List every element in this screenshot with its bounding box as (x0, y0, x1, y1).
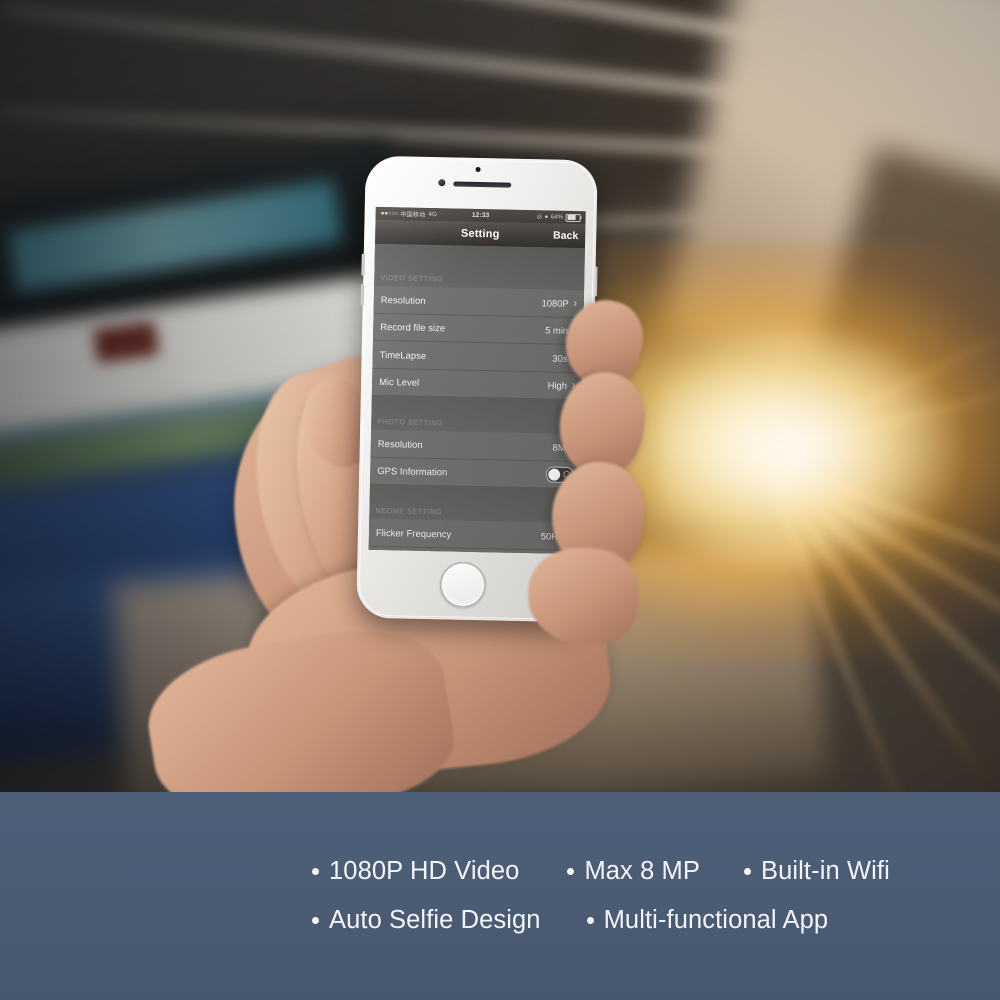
feature-item: Max 8 MP (567, 857, 700, 886)
network-type-label: 4G (428, 210, 437, 219)
bullet-icon (567, 868, 575, 875)
settings-row-value: High (547, 379, 568, 392)
section-header: NEOME SETTING (369, 484, 580, 524)
toggle-knob (547, 468, 561, 481)
feature-row: 1080P HD Video Max 8 MP Built-in Wifi (312, 857, 972, 886)
alarm-icon: ● (544, 213, 549, 220)
settings-row[interactable]: Mic Level High › (371, 368, 583, 401)
battery-icon (565, 213, 581, 222)
feature-item: Auto Selfie Design (312, 906, 541, 935)
proximity-sensor-icon (475, 166, 481, 173)
feature-label: Max 8 MP (584, 857, 701, 885)
chevron-right-icon: › (573, 296, 577, 310)
home-button[interactable] (439, 561, 487, 609)
battery-percent-label: 64% (550, 214, 564, 221)
feature-row: Auto Selfie Design Multi-functional App (312, 906, 972, 935)
settings-row-label: Resolution (380, 293, 426, 306)
feature-label: Built-in Wifi (761, 857, 890, 885)
bullet-icon (744, 868, 752, 875)
feature-item: Built-in Wifi (744, 857, 890, 886)
bullet-icon (312, 917, 319, 924)
product-marketing-image: ●●○○○ 中国移动 4G 12:33 ◎ ● 64% Setting Back… (0, 0, 1000, 1000)
bullet-icon (312, 868, 319, 875)
bullet-icon (586, 917, 594, 924)
status-bar-right-group: ◎ ● 64% (537, 213, 581, 222)
settings-row[interactable]: Resolution 1080P › (373, 285, 585, 318)
settings-row-label: Record file size (380, 321, 446, 334)
settings-row[interactable]: Flicker Frequency50HZ› (368, 518, 580, 551)
settings-row-value: 30s (552, 352, 568, 364)
power-button[interactable] (593, 266, 598, 297)
feature-list: 1080P HD Video Max 8 MP Built-in Wifi Auto … (312, 806, 972, 986)
section-header: VIDEO SETTING (374, 243, 585, 291)
earpiece-speaker (453, 181, 512, 188)
signal-strength-icon: ●●○○○ (380, 209, 399, 218)
feature-item: 1080P HD Video (312, 857, 519, 886)
feature-banner: 1080P HD Video Max 8 MP Built-in Wifi Auto … (0, 792, 1000, 1000)
settings-row[interactable]: TimeLapse30s› (372, 340, 583, 373)
settings-row-label: Resolution (377, 437, 423, 450)
feature-label: Auto Selfie Design (329, 906, 541, 934)
settings-row-label: GPS Information (377, 465, 448, 478)
front-camera-icon (438, 179, 446, 187)
section-header: PHOTO SETTING (371, 395, 582, 435)
settings-row[interactable]: GPS Information (369, 457, 581, 490)
settings-row[interactable]: Resolution8M› (370, 429, 582, 462)
volume-button-down[interactable] (360, 283, 365, 306)
settings-row[interactable]: Record file size5 min› (372, 313, 584, 346)
volume-button-up[interactable] (361, 253, 365, 276)
settings-row-label: Flicker Frequency (375, 526, 452, 540)
back-button[interactable]: Back (553, 230, 578, 243)
settings-row-label: TimeLapse (379, 348, 427, 361)
feature-label: Multi-functional App (603, 906, 829, 934)
settings-row-value: 1080P (541, 297, 569, 309)
settings-row-value: 5 min (545, 324, 569, 337)
location-icon: ◎ (536, 214, 543, 221)
feature-item: Multi-functional App (586, 906, 829, 935)
feature-label: 1080P HD Video (329, 857, 520, 885)
carrier-label: 中国移动 (400, 211, 426, 219)
settings-row-label: Mic Level (379, 376, 420, 389)
